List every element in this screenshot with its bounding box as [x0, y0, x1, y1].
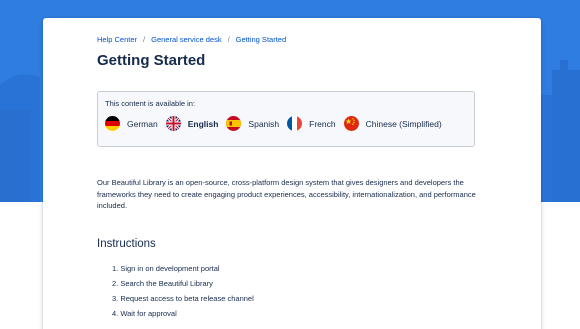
china-flag-icon — [343, 116, 359, 131]
instruction-step: 4. Wait for approval — [112, 309, 177, 318]
language-option-chinese-simplified[interactable]: Chinese (Simplified) — [343, 116, 442, 131]
language-label: Spanish — [248, 118, 280, 129]
breadcrumb-separator: / — [227, 35, 230, 44]
language-label: German — [127, 118, 158, 129]
breadcrumb-getting-started[interactable]: Getting Started — [236, 35, 286, 44]
language-intro-text: This content is available in: — [105, 99, 196, 108]
germany-flag-icon — [105, 116, 120, 131]
breadcrumb: Help Center / General service desk / Get… — [97, 35, 286, 44]
instruction-step: 1. Sign in on development portal — [112, 264, 220, 273]
spain-flag-icon — [226, 116, 242, 131]
breadcrumb-help-center[interactable]: Help Center — [97, 35, 137, 44]
language-option-german[interactable]: German — [105, 116, 158, 131]
language-label: French — [309, 118, 336, 129]
language-option-english[interactable]: English — [165, 116, 219, 131]
france-flag-icon — [287, 116, 303, 131]
language-list: German English Spanish French Chinese (S… — [105, 116, 450, 131]
instruction-step: 3. Request access to beta release channe… — [112, 294, 254, 303]
page-title: Getting Started — [97, 52, 206, 69]
breadcrumb-separator: / — [143, 35, 146, 44]
language-label: Chinese (Simplified) — [365, 118, 442, 129]
language-option-french[interactable]: French — [287, 116, 336, 131]
language-selector-panel: This content is available in: German Eng… — [97, 91, 475, 147]
language-option-spanish[interactable]: Spanish — [226, 116, 279, 131]
instructions-list: 1. Sign in on development portal 2. Sear… — [112, 261, 254, 321]
instructions-heading: Instructions — [97, 238, 156, 250]
uk-flag-icon — [165, 116, 181, 131]
article-description: Our Beautiful Library is an open-source,… — [97, 178, 476, 210]
language-label: English — [187, 118, 219, 129]
content-card: Help Center / General service desk / Get… — [43, 18, 541, 329]
breadcrumb-general-service-desk[interactable]: General service desk — [151, 35, 221, 44]
instruction-step: 2. Search the Beautiful Library — [112, 279, 213, 288]
